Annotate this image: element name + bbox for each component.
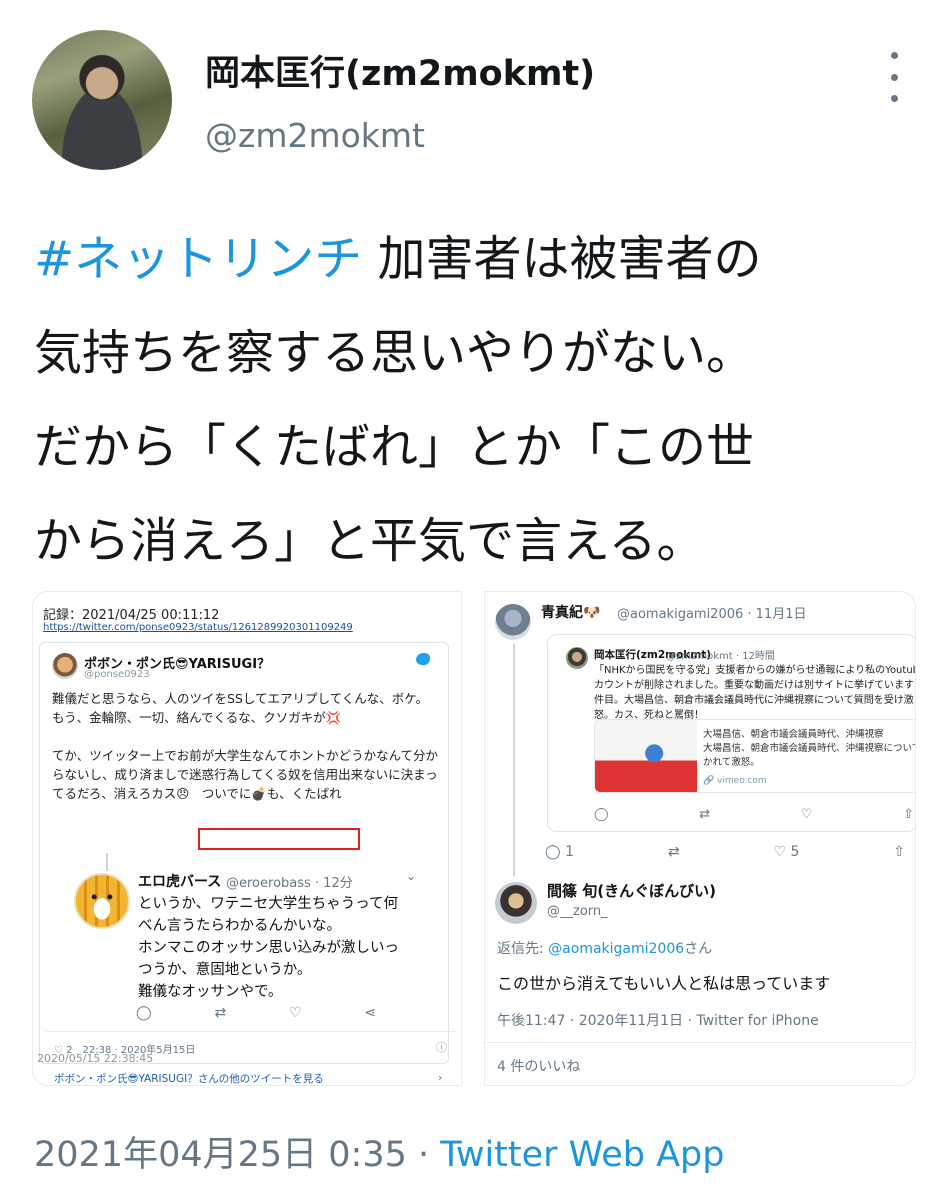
- avatar: [566, 647, 588, 669]
- avatar: [495, 604, 531, 640]
- quoted-tweet: 岡本匡行(zm2mokmt) @zm2mokmt · 12時間 「NHKから国民…: [547, 634, 916, 832]
- quote-body: 「NHKから国民を守る党」支援者からの嫌がらせ通報により私のYoutube カウ…: [594, 663, 916, 723]
- record-title: 記録：2021/04/25 00:11:12: [43, 608, 220, 623]
- like-icon: ♡: [773, 844, 791, 860]
- like-stat: ♡ 5: [773, 844, 799, 860]
- video-thumbnail: [595, 720, 697, 792]
- avatar: [495, 882, 537, 924]
- info-icon: ⓘ: [436, 1041, 447, 1054]
- avatar: [52, 653, 78, 679]
- body-line: 難儀なオッサンやで。: [138, 984, 283, 1000]
- reply-icon: ◯: [594, 807, 609, 822]
- action-row: ◯ ⇄ ♡ ⇧: [594, 807, 914, 822]
- tweet-line: 加害者は被害者の: [362, 231, 762, 287]
- link-text: 大場昌信、朝倉市議会議員時代、沖縄視察 大場昌信、朝倉市議会議員時代、沖縄視察に…: [703, 728, 916, 770]
- body-line: 件目。大場昌信、朝倉市議会議員時代に沖縄視察について質問を受け激: [594, 695, 914, 706]
- action-row: ◯ 1 ⇄ ♡ 5 ⇧: [545, 844, 905, 860]
- author-avatar[interactable]: [32, 30, 172, 170]
- like-icon: ♡: [800, 807, 813, 822]
- thread-line: [106, 853, 108, 871]
- zorn-body: この世から消えてもいい人と私は思っています: [497, 974, 831, 993]
- avatar: [74, 873, 130, 929]
- chevron-down-icon: ⌄: [406, 869, 417, 883]
- link-card: 大場昌信、朝倉市議会議員時代、沖縄視察 大場昌信、朝倉市議会議員時代、沖縄視察に…: [594, 719, 916, 793]
- chevron-right-icon: ›: [438, 1071, 443, 1084]
- share-icon: ⇧: [893, 844, 905, 860]
- body-line: カウントが削除されました。重要な動画だけは別サイトに挙げています: [594, 680, 914, 691]
- like-icon: ♡: [288, 1005, 302, 1021]
- attached-image-left[interactable]: 記録：2021/04/25 00:11:12 https://twitter.c…: [32, 591, 462, 1086]
- ao-handle: @aomakigami2006 · 11月1日: [617, 607, 807, 622]
- reply-suffix: さん: [684, 941, 713, 957]
- divider: [485, 1042, 915, 1043]
- tweet-footer: 2021年04月25日 0:35 · Twitter Web App: [34, 1126, 725, 1177]
- ero-handle: @eroerobass · 12分: [226, 876, 353, 891]
- body-line: 難儀だと思うなら、人のツイをSSしてエアリプしてくんな、ボケ。: [52, 691, 429, 706]
- tweet-line: だから「くたばれ」とか「この世: [34, 419, 755, 475]
- attached-image-right[interactable]: 青真紀🐶 @aomakigami2006 · 11月1日 岡本匡行(zm2mok…: [484, 591, 916, 1086]
- reply-stat: ◯ 1: [545, 844, 574, 860]
- reply-prefix: 返信先:: [497, 941, 549, 957]
- pobo-handle: @ponse0923: [84, 669, 150, 680]
- reply-icon: ◯: [545, 844, 566, 860]
- like-count: 5: [790, 844, 800, 860]
- zorn-handle: @__zorn_: [547, 904, 608, 919]
- retweet-icon: ⇄: [667, 844, 680, 860]
- body-line: てか、ツイッター上でお前が大学生なんてホントかどうかなんて分か: [52, 748, 439, 763]
- reply-count: 1: [565, 844, 575, 860]
- reply-to: 返信先: @aomakigami2006さん: [497, 938, 712, 958]
- embedded-tweet: ポボン・ポン氏😎YARISUGI？ @ponse0923 難儀だと思うなら、人の…: [39, 642, 456, 1085]
- ero-body: というか、ワテニセ大学生ちゃうって何 べん言うたらわかるんかいな。 ホンマこのオ…: [138, 893, 399, 1003]
- body-line: [52, 727, 444, 746]
- link-line: かれて激怒。: [703, 757, 760, 768]
- body-line: というか、ワテニセ大学生ちゃうって何: [138, 896, 398, 912]
- body-line: つうか、意固地というか。: [138, 962, 312, 978]
- link-domain: 🔗 vimeo.com: [703, 776, 767, 786]
- body-line: ホンマこのオッサン思い込みが激しいっ: [138, 940, 399, 956]
- author-name[interactable]: 岡本匡行(zm2mokmt): [205, 45, 595, 96]
- reply-icon: ◯: [136, 1005, 152, 1021]
- zorn-name: 間篠 旬(きんぐぼんびい): [547, 882, 716, 900]
- more-tweets-link: ポボン・ポン氏😎YARISUGI？さんの他のツイートを見る: [54, 1073, 324, 1085]
- zorn-meta: 午後11:47 · 2020年11月1日 · Twitter for iPhon…: [497, 1013, 819, 1029]
- zorn-likes: 4 件のいいね: [497, 1059, 581, 1075]
- ero-name: エロ虎バース: [138, 874, 222, 890]
- source-app-link[interactable]: Twitter Web App: [440, 1135, 724, 1175]
- author-handle[interactable]: @zm2mokmt: [205, 116, 425, 155]
- reply-to-handle: @aomakigami2006: [548, 941, 685, 957]
- tweet-text: #ネットリンチ 加害者は被害者の 気持ちを察する思いやりがない。 だから「くたば…: [34, 212, 924, 588]
- hashtag-link[interactable]: #ネットリンチ: [34, 231, 362, 287]
- tweet-date[interactable]: 2021年04月25日 0:35 ·: [34, 1135, 440, 1175]
- ao-name: 青真紀🐶: [541, 605, 601, 621]
- more-icon[interactable]: [884, 52, 904, 102]
- thread-line: [513, 644, 515, 876]
- body-line: べん言うたらわかるんかいな。: [138, 918, 341, 934]
- pobo-body: 難儀だと思うなら、人のツイをSSしてエアリプしてくんな、ボケ。 もう、金輪際、一…: [52, 689, 444, 803]
- action-row: ◯ ⇄ ♡ ⋖: [136, 1005, 376, 1021]
- record-url: https://twitter.com/ponse0923/status/126…: [43, 622, 353, 633]
- share-icon: ⇧: [903, 807, 914, 822]
- body-line: らないし、成り済ましで迷惑行為してくる奴を信用出来ないに決まっ: [52, 767, 438, 782]
- tweet-line: から消えろ」と平気で言える。: [34, 513, 705, 569]
- twitter-bird-icon: [416, 653, 430, 665]
- tweet-line: 気持ちを察する思いやりがない。: [34, 325, 755, 381]
- record-timestamp: 2020/05/15 22:38:45: [37, 1052, 154, 1065]
- quote-handle: @zm2mokmt · 12時間: [666, 651, 775, 662]
- share-icon: ⋖: [364, 1005, 376, 1021]
- retweet-icon: ⇄: [699, 807, 711, 822]
- link-line: 大場昌信、朝倉市議会議員時代、沖縄視察: [703, 729, 884, 740]
- link-line: 大場昌信、朝倉市議会議員時代、沖縄視察について: [703, 743, 916, 754]
- divider: [46, 1031, 456, 1032]
- body-line: 「NHKから国民を守る党」支援者からの嫌がらせ通報により私のYoutube: [594, 665, 916, 676]
- body-line: てるだろ、消えろカス😠 ついでに💣も、くたばれ: [52, 786, 342, 801]
- retweet-icon: ⇄: [214, 1005, 227, 1021]
- body-line: もう、金輪際、一切、絡んでくるな、クソガキが💢: [52, 710, 342, 725]
- highlight-box: [198, 828, 360, 850]
